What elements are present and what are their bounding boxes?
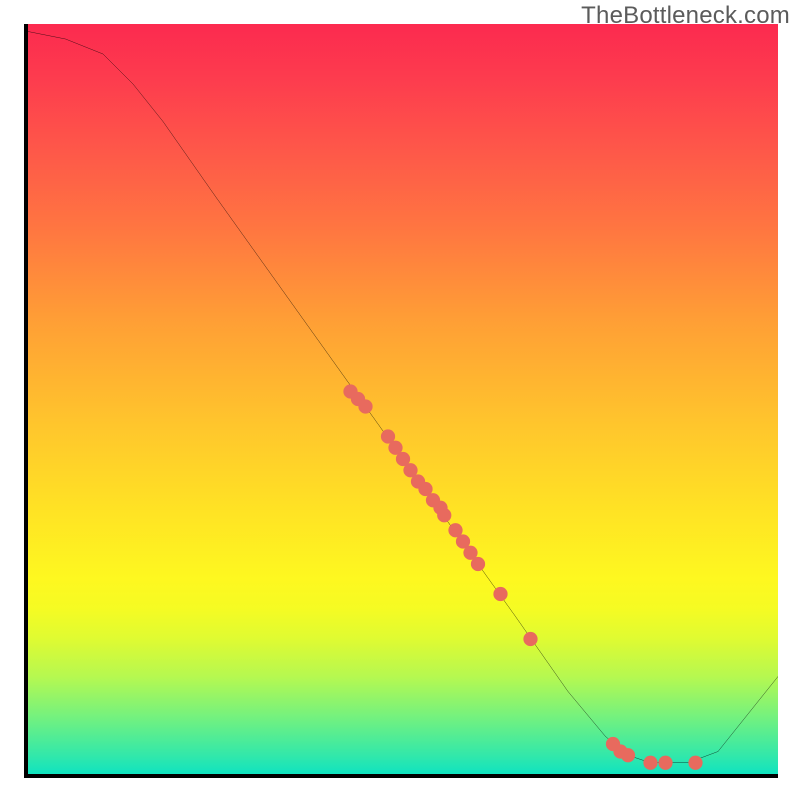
data-marker bbox=[358, 399, 372, 413]
data-marker bbox=[523, 632, 537, 646]
chart-svg bbox=[28, 24, 778, 774]
plot-area bbox=[24, 24, 778, 778]
data-marker bbox=[643, 756, 657, 770]
watermark-text: TheBottleneck.com bbox=[581, 2, 790, 30]
data-marker bbox=[437, 508, 451, 522]
marker-group bbox=[343, 384, 702, 770]
curve-line bbox=[28, 32, 778, 763]
data-marker bbox=[493, 587, 507, 601]
data-marker bbox=[658, 756, 672, 770]
data-marker bbox=[688, 756, 702, 770]
data-marker bbox=[471, 557, 485, 571]
chart-frame: TheBottleneck.com bbox=[0, 0, 800, 800]
data-marker bbox=[621, 748, 635, 762]
